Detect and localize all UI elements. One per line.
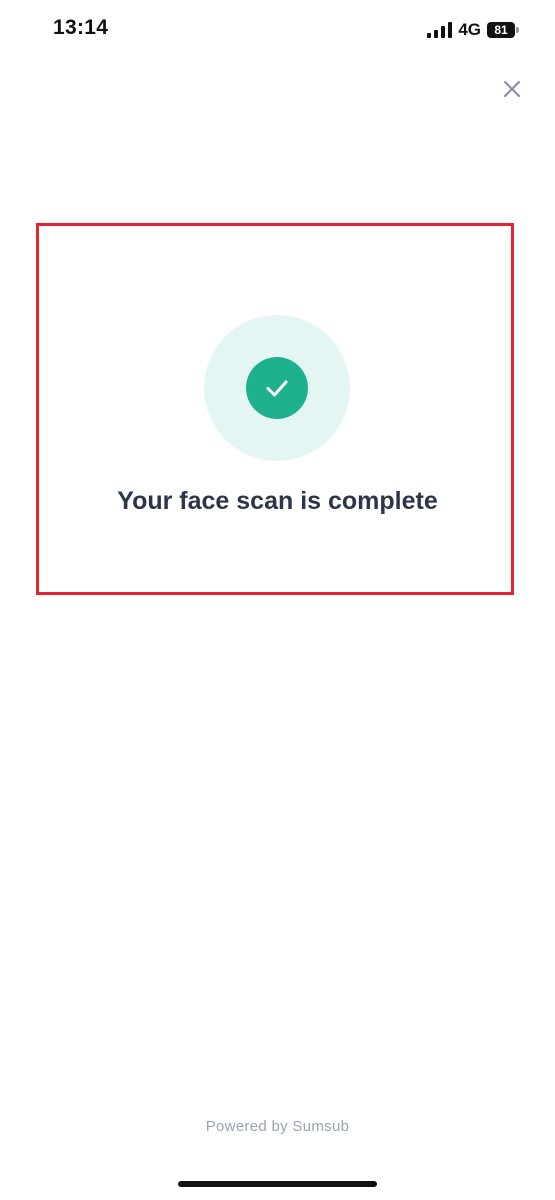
battery-level: 81	[487, 22, 515, 38]
close-button[interactable]	[501, 78, 523, 100]
network-type: 4G	[458, 20, 481, 39]
face-scan-complete-screen: 13:14 4G 81 Your face scan is complete P…	[0, 0, 555, 1200]
status-time: 13:14	[53, 16, 109, 39]
battery-icon: 81	[487, 22, 519, 38]
success-badge	[246, 357, 308, 419]
powered-by-label: Powered by Sumsub	[205, 1118, 350, 1135]
status-indicators: 4G 81	[427, 20, 519, 40]
cellular-signal-icon	[427, 22, 453, 38]
home-indicator[interactable]	[178, 1181, 377, 1187]
checkmark-icon	[266, 380, 288, 397]
close-icon	[504, 81, 520, 97]
result-title: Your face scan is complete	[117, 487, 438, 515]
